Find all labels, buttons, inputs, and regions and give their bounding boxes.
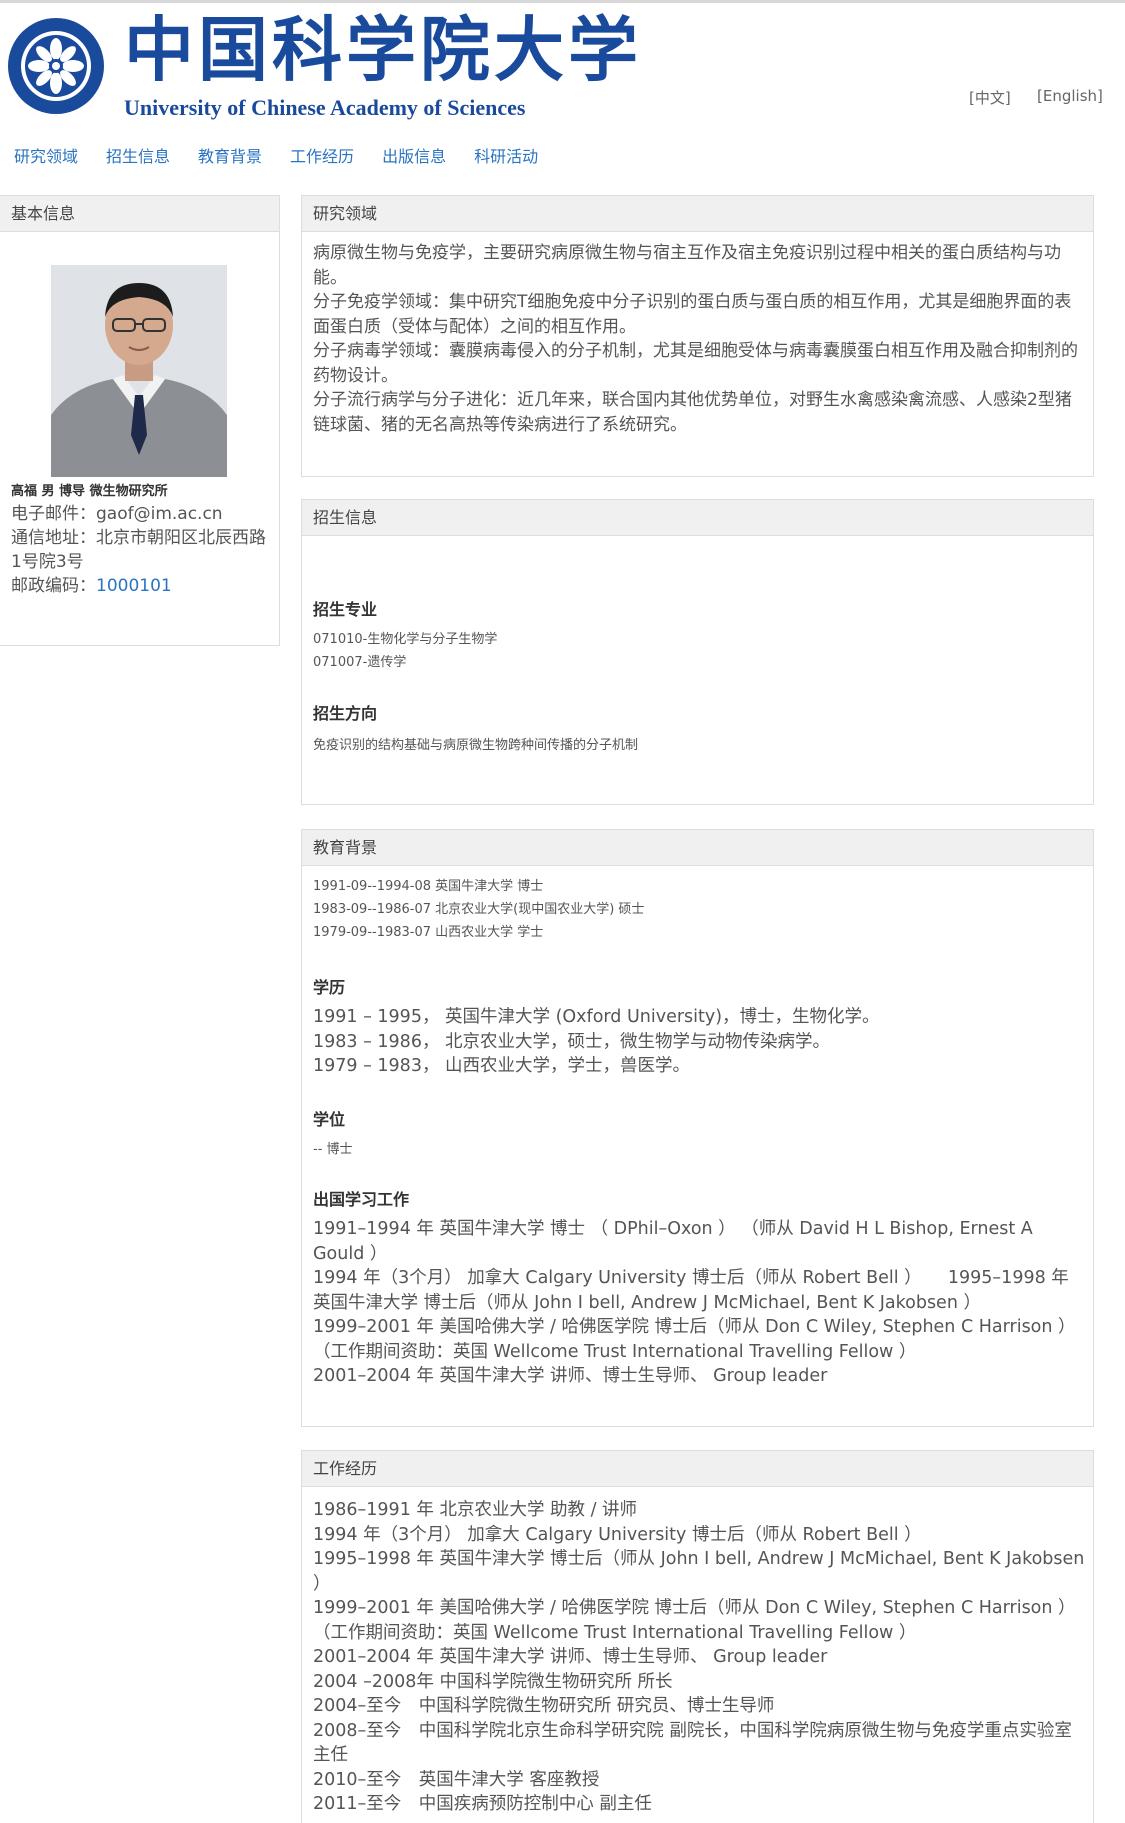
research-paragraph: 分子病毒学领域：囊膜病毒侵入的分子机制，尤其是细胞受体与病毒囊膜蛋白相互作用及融… <box>313 341 1078 386</box>
zip-label: 邮政编码： <box>11 576 96 596</box>
research-content: 病原微生物与免疫学，主要研究病原微生物与宿主互作及宿主免疫识别过程中相关的蛋白质… <box>302 232 1093 446</box>
work-item: 2011–至今 中国疾病预防控制中心 副主任 <box>313 1794 652 1814</box>
work-item: 2004–至今 中国科学院微生物研究所 研究员、博士生导师 <box>313 1696 775 1716</box>
address: 通信地址：北京市朝阳区北辰西路1号院3号 <box>11 528 266 572</box>
abroad-list: 1991–1994 年 英国牛津大学 博士 （ DPhil–Oxon ） （师从… <box>313 1217 1085 1389</box>
work-item: 1999–2001 年 美国哈佛大学 / 哈佛医学院 博士后（师从 Don C … <box>313 1598 1076 1643</box>
language-english-link[interactable]: [English] <box>1037 87 1103 105</box>
zip-code: 1000101 <box>96 576 172 596</box>
site-header: 中国科学院大学 University of Chinese Academy of… <box>0 0 1125 140</box>
cas-seal-logo <box>8 18 104 114</box>
language-chinese-link[interactable]: [中文] <box>969 87 1011 108</box>
admissions-title: 招生信息 <box>302 500 1093 536</box>
logo-english-name: University of Chinese Academy of Science… <box>124 95 526 120</box>
education-brief-item: 1991-09--1994-08 英国牛津大学 博士 <box>313 879 544 894</box>
profile-photo <box>51 265 227 477</box>
degree-history-item: 1991 – 1995， 英国牛津大学 (Oxford University)，… <box>313 1007 880 1027</box>
logo-chinese-name: 中国科学院大学 <box>124 8 642 91</box>
education-title: 教育背景 <box>302 830 1093 866</box>
nav-education[interactable]: 教育背景 <box>198 145 262 169</box>
work-item: 2010–至今 英国牛津大学 客座教授 <box>313 1769 600 1790</box>
education-panel: 教育背景 1991-09--1994-08 英国牛津大学 博士 1983-09-… <box>301 829 1094 1427</box>
education-brief: 1991-09--1994-08 英国牛津大学 博士 1983-09--1986… <box>313 875 644 944</box>
research-title: 研究领域 <box>302 196 1093 232</box>
basic-info-panel: 基本信息 高福 男 博导 微生物研究所 电子邮件：gaof@im.ac.cn 通… <box>0 195 280 646</box>
abroad-item: 1991–1994 年 英国牛津大学 博士 （ DPhil–Oxon ） （师从… <box>313 1219 1033 1264</box>
zip-row: 邮政编码：1000101 <box>11 574 273 598</box>
degree-history-title: 学历 <box>313 978 346 997</box>
contact-info: 电子邮件：gaof@im.ac.cn 通信地址：北京市朝阳区北辰西路1号院3号 … <box>11 502 273 598</box>
degree-history-item: 1979 – 1983， 山西农业大学，学士，兽医学。 <box>313 1056 691 1076</box>
research-paragraph: 分子免疫学领域：集中研究T细胞免疫中分子识别的蛋白质与蛋白质的相互作用，尤其是细… <box>313 292 1072 337</box>
major-title: 招生专业 <box>313 600 378 619</box>
nav-publications[interactable]: 出版信息 <box>382 145 446 169</box>
work-title: 工作经历 <box>302 1451 1093 1487</box>
major-item: 071010-生物化学与分子生物学 <box>313 632 498 647</box>
work-item: 2008–至今 中国科学院北京生命科学研究院 副院长，中国科学院病原微生物与免疫… <box>313 1720 1072 1766</box>
work-item: 2001–2004 年 英国牛津大学 讲师、博士生导师、 Group leade… <box>313 1647 828 1667</box>
degree-title: 学位 <box>313 1110 346 1129</box>
abroad-item: 2001–2004 年 英国牛津大学 讲师、博士生导师、 Group leade… <box>313 1366 828 1386</box>
direction-text: 免疫识别的结构基础与病原微生物跨种间传播的分子机制 <box>313 738 639 753</box>
abroad-item: 1994 年（3个月） 加拿大 Calgary University 博士后（师… <box>313 1268 1069 1313</box>
work-item: 1986–1991 年 北京农业大学 助教 / 讲师 <box>313 1500 638 1520</box>
research-paragraph: 病原微生物与免疫学，主要研究病原微生物与宿主互作及宿主免疫识别过程中相关的蛋白质… <box>313 243 1061 288</box>
work-item: 1995–1998 年 英国牛津大学 博士后（师从 John I bell, A… <box>313 1549 1085 1594</box>
profile-nav: 研究领域 招生信息 教育背景 工作经历 出版信息 科研活动 <box>14 145 538 169</box>
research-panel: 研究领域 病原微生物与免疫学，主要研究病原微生物与宿主互作及宿主免疫识别过程中相… <box>301 195 1094 477</box>
nav-work[interactable]: 工作经历 <box>290 145 354 169</box>
work-list: 1986–1991 年 北京农业大学 助教 / 讲师 1994 年（3个月） 加… <box>313 1498 1085 1817</box>
abroad-item: 1999–2001 年 美国哈佛大学 / 哈佛医学院 博士后（师从 Don C … <box>313 1317 1076 1362</box>
work-item: 2004 –2008年 中国科学院微生物研究所 所长 <box>313 1671 673 1692</box>
nav-admissions[interactable]: 招生信息 <box>106 145 170 169</box>
short-bio: 高福 男 博导 微生物研究所 <box>11 484 168 499</box>
abroad-title: 出国学习工作 <box>313 1190 410 1209</box>
research-paragraph: 分子流行病学与分子进化：近几年来，联合国内其他优势单位，对野生水禽感染禽流感、人… <box>313 390 1072 435</box>
degree-value: -- 博士 <box>313 1142 353 1157</box>
major-list: 071010-生物化学与分子生物学 071007-遗传学 <box>313 628 497 674</box>
degree-history-item: 1983 – 1986， 北京农业大学，硕士，微生物学与动物传染病学。 <box>313 1031 831 1052</box>
education-brief-item: 1979-09--1983-07 山西农业大学 学士 <box>313 925 544 940</box>
basic-info-title: 基本信息 <box>0 196 279 232</box>
email: 电子邮件：gaof@im.ac.cn <box>11 504 223 524</box>
admissions-panel: 招生信息 招生专业 071010-生物化学与分子生物学 071007-遗传学 招… <box>301 499 1094 805</box>
nav-activities[interactable]: 科研活动 <box>474 145 538 169</box>
major-item: 071007-遗传学 <box>313 655 407 670</box>
direction-title: 招生方向 <box>313 704 378 723</box>
work-panel: 工作经历 1986–1991 年 北京农业大学 助教 / 讲师 1994 年（3… <box>301 1450 1094 1823</box>
work-item: 1994 年（3个月） 加拿大 Calgary University 博士后（师… <box>313 1524 922 1545</box>
nav-research[interactable]: 研究领域 <box>14 145 78 169</box>
education-brief-item: 1983-09--1986-07 北京农业大学(现中国农业大学) 硕士 <box>313 902 645 917</box>
degree-history-list: 1991 – 1995， 英国牛津大学 (Oxford University)，… <box>313 1005 1083 1079</box>
